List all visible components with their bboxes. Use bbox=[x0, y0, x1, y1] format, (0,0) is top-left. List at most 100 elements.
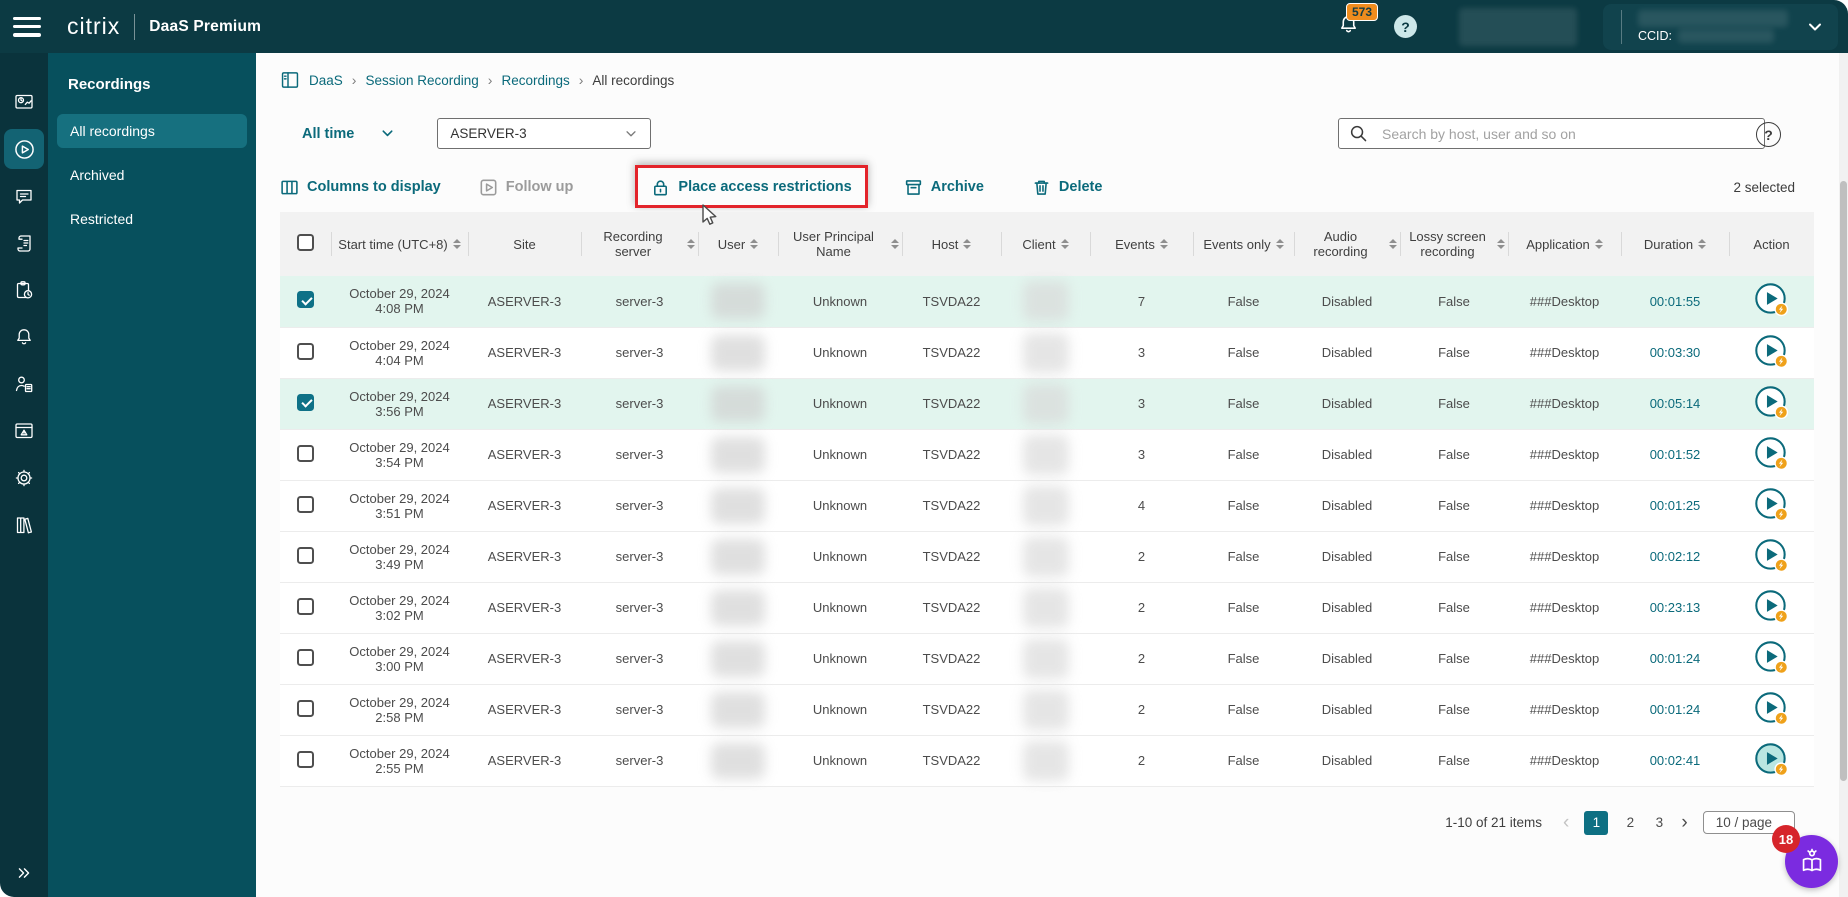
sidebar-item-restricted[interactable]: Restricted bbox=[57, 202, 247, 236]
chevron-down-icon[interactable] bbox=[1806, 18, 1824, 36]
page-scrollbar[interactable] bbox=[1839, 53, 1848, 897]
sort-icon[interactable] bbox=[452, 238, 461, 250]
sort-icon[interactable] bbox=[1060, 238, 1069, 250]
breadcrumb-daas[interactable]: DaaS bbox=[309, 73, 343, 88]
columns-to-display-button[interactable]: Columns to display bbox=[280, 178, 441, 197]
pagination-page-3[interactable]: 3 bbox=[1652, 815, 1666, 830]
row-checkbox[interactable] bbox=[297, 648, 314, 666]
nav-scheduled-tasks[interactable] bbox=[4, 270, 44, 310]
table-help-button[interactable]: ? bbox=[1756, 122, 1781, 147]
cell-duration[interactable]: 00:05:14 bbox=[1621, 378, 1729, 430]
nav-site-alerts[interactable] bbox=[4, 411, 44, 451]
archive-button[interactable]: Archive bbox=[904, 178, 984, 197]
play-recording-button[interactable] bbox=[1753, 333, 1790, 373]
sort-icon[interactable] bbox=[891, 238, 899, 250]
nav-user-activity[interactable] bbox=[4, 364, 44, 404]
sort-icon[interactable] bbox=[1275, 238, 1284, 250]
search-input[interactable] bbox=[1382, 125, 1754, 142]
server-select[interactable]: ASERVER-3 bbox=[437, 118, 652, 149]
pagination-page-1[interactable]: 1 bbox=[1584, 810, 1609, 835]
nav-recordings[interactable] bbox=[4, 129, 44, 169]
nav-library[interactable] bbox=[4, 505, 44, 545]
sort-icon[interactable] bbox=[1389, 238, 1397, 250]
play-recording-button[interactable] bbox=[1753, 639, 1790, 679]
col-lossy-screen-recording[interactable]: Lossy screen recording bbox=[1400, 212, 1508, 276]
sort-icon[interactable] bbox=[1159, 238, 1168, 250]
col-user-principal-name[interactable]: User Principal Name bbox=[778, 212, 902, 276]
help-button[interactable]: ? bbox=[1394, 15, 1417, 38]
cell-duration[interactable]: 00:03:30 bbox=[1621, 327, 1729, 379]
select-all-checkbox[interactable] bbox=[297, 234, 314, 251]
sort-icon[interactable] bbox=[750, 238, 759, 250]
nav-notifications[interactable] bbox=[4, 317, 44, 357]
col-user[interactable]: User bbox=[698, 212, 778, 276]
cell-duration[interactable]: 00:01:55 bbox=[1621, 276, 1729, 328]
play-recording-button[interactable] bbox=[1753, 435, 1790, 475]
place-access-restrictions-button[interactable]: Place access restrictions bbox=[651, 178, 852, 197]
row-checkbox[interactable] bbox=[297, 546, 314, 564]
pagination-page-2[interactable]: 2 bbox=[1623, 815, 1637, 830]
cell-host: TSVDA22 bbox=[902, 327, 1001, 379]
cell-duration[interactable]: 00:02:41 bbox=[1621, 735, 1729, 787]
col-start-time[interactable]: Start time (UTC+8) bbox=[331, 212, 468, 276]
col-application[interactable]: Application bbox=[1508, 212, 1621, 276]
sidebar-item-all-recordings[interactable]: All recordings bbox=[57, 114, 247, 148]
hamburger-menu-icon[interactable] bbox=[13, 16, 41, 37]
sort-icon[interactable] bbox=[1698, 238, 1707, 250]
row-checkbox[interactable] bbox=[297, 444, 314, 462]
play-recording-button[interactable] bbox=[1753, 384, 1790, 424]
col-events-only[interactable]: Events only bbox=[1193, 212, 1294, 276]
sidebar-item-archived[interactable]: Archived bbox=[57, 158, 247, 192]
play-recording-button[interactable] bbox=[1753, 537, 1790, 577]
cell-duration[interactable]: 00:02:12 bbox=[1621, 531, 1729, 583]
account-menu[interactable]: CCID: bbox=[1603, 3, 1838, 50]
col-host[interactable]: Host bbox=[902, 212, 1001, 276]
cell-lossy-screen-recording: False bbox=[1400, 327, 1508, 379]
row-checkbox[interactable] bbox=[297, 342, 314, 360]
row-checkbox[interactable] bbox=[297, 393, 314, 411]
pagination-prev[interactable]: ‹ bbox=[1563, 812, 1569, 834]
cell-duration[interactable]: 00:01:52 bbox=[1621, 429, 1729, 481]
row-checkbox[interactable] bbox=[297, 750, 314, 768]
nav-session-log[interactable] bbox=[4, 223, 44, 263]
col-client[interactable]: Client bbox=[1001, 212, 1090, 276]
header-select-all[interactable] bbox=[280, 212, 331, 276]
cell-client bbox=[1001, 480, 1090, 532]
cell-duration[interactable]: 00:01:24 bbox=[1621, 633, 1729, 685]
sort-icon[interactable] bbox=[963, 238, 972, 250]
follow-up-button[interactable]: Follow up bbox=[479, 178, 573, 197]
scrollbar-thumb[interactable] bbox=[1840, 181, 1847, 781]
sort-icon[interactable] bbox=[1497, 238, 1505, 250]
row-checkbox[interactable] bbox=[297, 597, 314, 615]
row-checkbox[interactable] bbox=[297, 291, 314, 309]
col-audio-recording[interactable]: Audio recording bbox=[1294, 212, 1400, 276]
breadcrumb-session-recording[interactable]: Session Recording bbox=[365, 73, 478, 88]
nav-analytics-dashboard[interactable] bbox=[4, 82, 44, 122]
col-duration[interactable]: Duration bbox=[1621, 212, 1729, 276]
row-checkbox[interactable] bbox=[297, 699, 314, 717]
nav-settings[interactable] bbox=[4, 458, 44, 498]
sidebar-collapse-toggle[interactable] bbox=[0, 863, 48, 883]
col-recording-server[interactable]: Recording server bbox=[581, 212, 698, 276]
pagination-next[interactable]: › bbox=[1681, 812, 1687, 834]
panel-toggle-icon[interactable] bbox=[280, 70, 300, 90]
play-recording-button[interactable] bbox=[1753, 486, 1790, 526]
cell-duration[interactable]: 00:23:13 bbox=[1621, 582, 1729, 634]
play-recording-button[interactable] bbox=[1753, 690, 1790, 730]
time-range-filter[interactable]: All time bbox=[302, 126, 395, 142]
sort-icon[interactable] bbox=[687, 238, 695, 250]
play-recording-button[interactable] bbox=[1753, 741, 1790, 781]
notifications-button[interactable]: 573 bbox=[1337, 2, 1379, 41]
delete-button[interactable]: Delete bbox=[1032, 178, 1102, 197]
breadcrumb-recordings[interactable]: Recordings bbox=[501, 73, 569, 88]
cell-application: ###Desktop bbox=[1508, 480, 1621, 532]
play-recording-button[interactable] bbox=[1753, 588, 1790, 628]
col-events[interactable]: Events bbox=[1090, 212, 1193, 276]
cell-duration[interactable]: 00:01:24 bbox=[1621, 684, 1729, 736]
recordings-sidebar: Recordings All recordings Archived Restr… bbox=[48, 53, 256, 897]
play-recording-button[interactable] bbox=[1753, 281, 1790, 321]
row-checkbox[interactable] bbox=[297, 495, 314, 513]
nav-messages[interactable] bbox=[4, 176, 44, 216]
cell-duration[interactable]: 00:01:25 bbox=[1621, 480, 1729, 532]
sort-icon[interactable] bbox=[1594, 238, 1603, 250]
